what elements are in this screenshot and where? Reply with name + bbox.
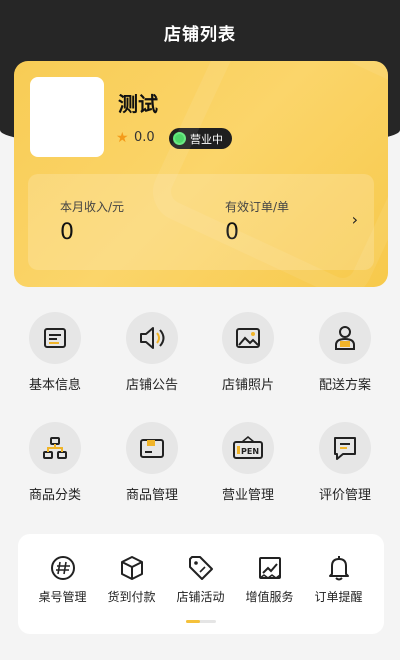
menu-label: 基本信息 — [28, 378, 81, 393]
shortcut-value-added[interactable]: 增值服务 — [233, 554, 306, 605]
shortcut-order-reminder[interactable]: 订单提醒 — [302, 554, 375, 605]
store-rating: 0.0 — [134, 130, 155, 145]
menu-store-notice[interactable]: 店铺公告 — [107, 312, 197, 393]
shortcut-card: 桌号管理 货到付款 店铺活动 增值服务 订单提醒 — [18, 534, 384, 634]
orders-value: 0 — [225, 220, 239, 245]
chevron-right-icon[interactable]: › — [352, 210, 358, 229]
shortcut-label: 货到付款 — [107, 590, 156, 604]
courier-icon — [319, 312, 371, 364]
shortcut-store-activity[interactable]: 店铺活动 — [164, 554, 237, 605]
tag-icon — [187, 554, 215, 582]
svg-text:PEN: PEN — [241, 447, 259, 456]
stats-box[interactable]: 本月收入/元 0 有效订单/单 0 › — [28, 174, 374, 270]
orders-label: 有效订单/单 — [225, 200, 290, 214]
star-icon: ★ — [116, 130, 129, 146]
chart-icon — [256, 554, 284, 582]
box-icon — [118, 554, 146, 582]
menu-review-management[interactable]: 评价管理 — [300, 422, 390, 503]
page-indicator — [186, 620, 216, 623]
wallet-icon — [126, 422, 178, 474]
status-dot-icon — [173, 132, 186, 145]
shortcut-label: 店铺活动 — [176, 590, 225, 604]
open-sign-icon: PEN — [222, 422, 274, 474]
menu-label: 店铺公告 — [125, 378, 178, 393]
speaker-icon — [126, 312, 178, 364]
menu-delivery-plan[interactable]: 配送方案 — [300, 312, 390, 393]
shortcut-label: 增值服务 — [245, 590, 294, 604]
income-value: 0 — [60, 220, 74, 245]
page-indicator-active — [186, 620, 200, 623]
menu-basic-info[interactable]: 基本信息 — [10, 312, 100, 393]
income-label: 本月收入/元 — [60, 200, 125, 214]
store-logo[interactable] — [30, 77, 104, 157]
menu-label: 营业管理 — [221, 488, 274, 503]
store-card[interactable]: 测试 ★ 0.0 营业中 本月收入/元 0 有效订单/单 0 › — [14, 61, 388, 287]
menu-label: 评价管理 — [318, 488, 371, 503]
menu-label: 商品分类 — [28, 488, 81, 503]
menu-product-management[interactable]: 商品管理 — [107, 422, 197, 503]
shortcut-label: 订单提醒 — [314, 590, 363, 604]
page-title: 店铺列表 — [164, 25, 236, 45]
shortcut-cash-on-delivery[interactable]: 货到付款 — [95, 554, 168, 605]
hierarchy-icon — [29, 422, 81, 474]
menu-store-photos[interactable]: 店铺照片 — [203, 312, 293, 393]
shortcut-table-number[interactable]: 桌号管理 — [26, 554, 99, 605]
image-icon — [222, 312, 274, 364]
hash-icon — [49, 554, 77, 582]
comment-icon — [319, 422, 371, 474]
menu-label: 商品管理 — [125, 488, 178, 503]
document-list-icon — [29, 312, 81, 364]
menu-label: 配送方案 — [318, 378, 371, 393]
menu-product-category[interactable]: 商品分类 — [10, 422, 100, 503]
status-text: 营业中 — [190, 132, 223, 146]
menu-business-management[interactable]: PEN 营业管理 — [203, 422, 293, 503]
store-name: 测试 — [118, 92, 158, 116]
bell-icon — [325, 554, 353, 582]
status-badge: 营业中 — [169, 128, 232, 149]
menu-label: 店铺照片 — [221, 378, 274, 393]
shortcut-label: 桌号管理 — [38, 590, 87, 604]
